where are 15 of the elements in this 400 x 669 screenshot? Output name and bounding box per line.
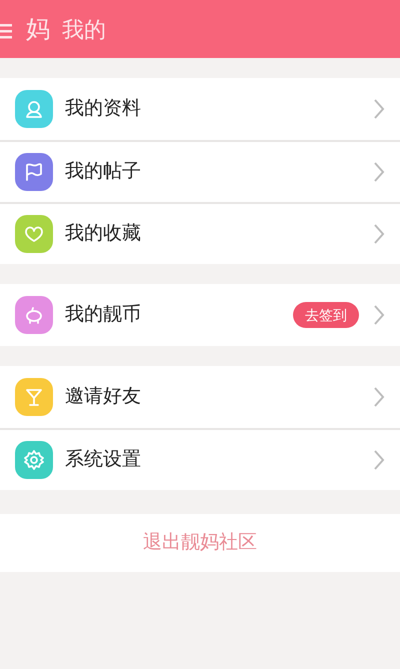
chevron-right-icon <box>373 386 385 408</box>
row-label: 系统设置 <box>65 448 141 472</box>
row-label: 我的帖子 <box>65 160 141 184</box>
chevron-right-icon <box>373 449 385 471</box>
chevron-right-icon <box>373 98 385 120</box>
chevron-right-icon <box>373 304 385 326</box>
menu-icon[interactable] <box>0 22 14 40</box>
chevron-right-icon <box>373 223 385 245</box>
page-title: 我的 <box>62 16 106 44</box>
app-name: 妈 <box>26 16 50 44</box>
row-label: 我的靓币 <box>65 302 141 327</box>
row-label: 我的资料 <box>65 96 141 121</box>
row-label: 邀请好友 <box>65 384 141 409</box>
row-label: 我的收藏 <box>65 222 141 246</box>
chevron-right-icon <box>373 161 385 183</box>
